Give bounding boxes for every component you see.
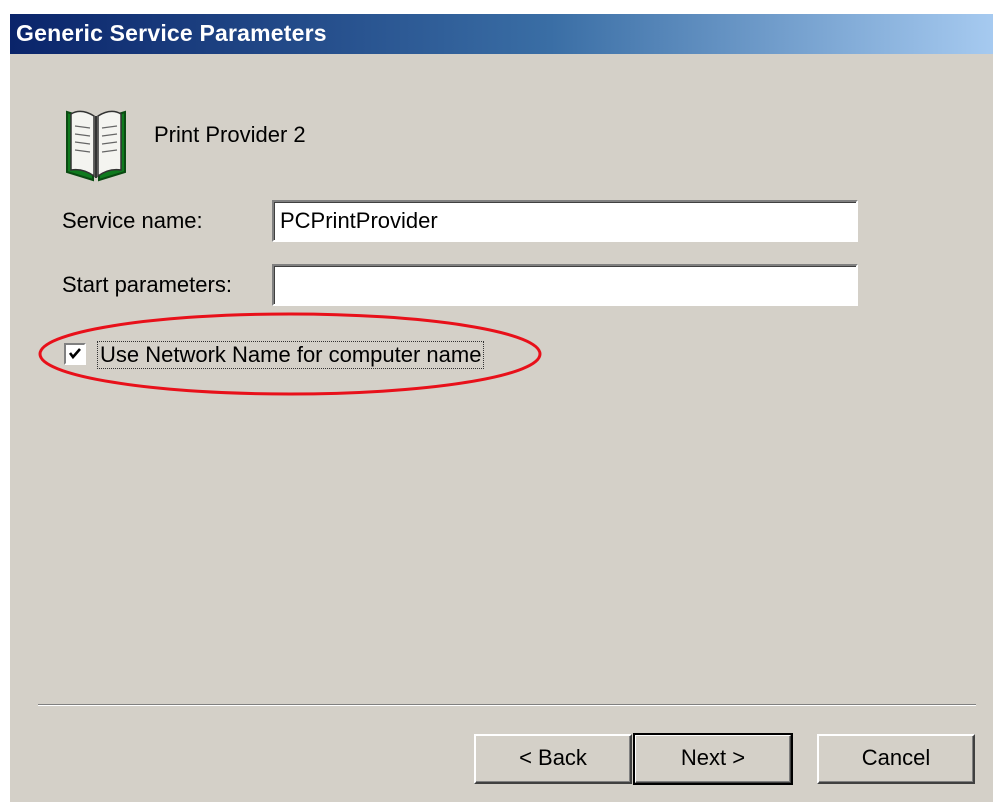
next-button[interactable]: Next > bbox=[633, 733, 793, 785]
cancel-button[interactable]: Cancel bbox=[817, 734, 975, 784]
dialog-window: Generic Service Parameters Print Provide… bbox=[10, 14, 993, 802]
book-icon bbox=[66, 110, 126, 182]
use-network-name-checkbox[interactable] bbox=[64, 343, 86, 365]
start-parameters-label: Start parameters: bbox=[62, 272, 232, 297]
service-name-input[interactable] bbox=[272, 200, 858, 242]
start-parameters-input[interactable] bbox=[272, 264, 858, 306]
title-bar: Generic Service Parameters bbox=[10, 14, 993, 54]
dialog-title: Generic Service Parameters bbox=[16, 20, 327, 46]
checkmark-icon bbox=[68, 348, 81, 360]
use-network-name-label[interactable]: Use Network Name for computer name bbox=[97, 341, 485, 369]
footer-separator bbox=[38, 704, 976, 706]
provider-name: Print Provider 2 bbox=[154, 122, 306, 147]
service-name-label: Service name: bbox=[62, 208, 203, 233]
back-button[interactable]: < Back bbox=[474, 734, 632, 784]
